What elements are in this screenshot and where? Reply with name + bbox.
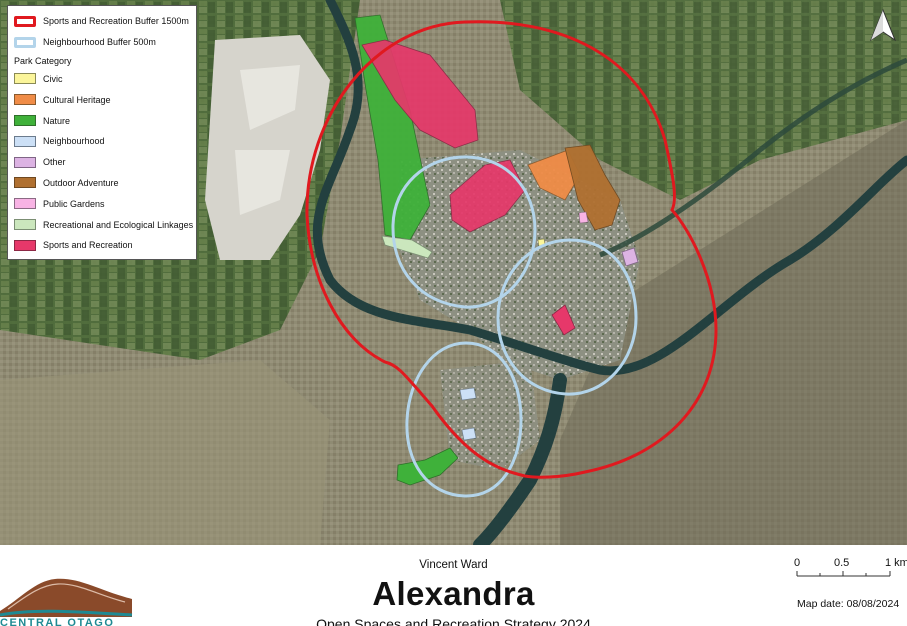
legend-item-sports-and-recreation-buffer-1500m: Sports and Recreation Buffer 1500m [14, 11, 190, 32]
legend-label: Recreational and Ecological Linkages [43, 219, 194, 230]
legend-label: Nature [43, 115, 71, 126]
map-view[interactable]: Sports and Recreation Buffer 1500m Neighb… [0, 0, 907, 545]
legend-swatch [14, 15, 36, 27]
legend-swatch [14, 36, 36, 48]
legend-label: Public Gardens [43, 198, 105, 209]
map-author: Vincent Ward [419, 559, 488, 571]
park-neighbourhood-1[interactable] [459, 387, 477, 401]
legend-item-neighbourhood-buffer-500m: Neighbourhood Buffer 500m [14, 32, 190, 53]
legend-category-sports-and-recreation: Sports and Recreation [14, 235, 190, 256]
legend-swatch [14, 177, 36, 189]
legend-swatch [14, 219, 36, 231]
legend-swatch [14, 198, 36, 210]
legend-label: Neighbourhood Buffer 500m [43, 37, 156, 48]
legend-label: Sports and Recreation Buffer 1500m [43, 16, 189, 27]
legend-swatch [14, 115, 36, 127]
map-footer: CENTRAL OTAGO Vincent Ward Alexandra Ope… [0, 545, 907, 626]
legend-label: Civic [43, 73, 63, 84]
scale-bar: 0 0.5 1 km [786, 557, 907, 579]
legend-category-other: Other [14, 152, 190, 173]
legend-swatch [14, 73, 36, 85]
legend-category-outdoor-adventure: Outdoor Adventure [14, 173, 190, 194]
legend-label: Cultural Heritage [43, 94, 111, 105]
legend-label: Outdoor Adventure [43, 177, 119, 188]
park-neighbourhood-2[interactable] [461, 427, 477, 441]
map-subtitle: Open Spaces and Recreation Strategy 2024 [316, 616, 591, 626]
legend-category-recreational-and-ecological-linkages: Recreational and Ecological Linkages [14, 214, 194, 235]
legend-label: Neighbourhood [43, 136, 105, 147]
legend-swatch [14, 156, 36, 168]
map-date: Map date: 08/08/2024 [797, 598, 900, 610]
legend-category-civic: Civic [14, 69, 190, 90]
map-legend: Sports and Recreation Buffer 1500m Neighb… [7, 5, 197, 260]
legend-swatch [14, 135, 36, 147]
hills-southwest [0, 360, 330, 545]
legend-swatch [14, 94, 36, 106]
legend-label: Other [43, 157, 66, 168]
legend-category-nature: Nature [14, 110, 190, 131]
legend-category-cultural-heritage: Cultural Heritage [14, 89, 190, 110]
legend-category-public-gardens: Public Gardens [14, 193, 190, 214]
legend-swatch [14, 239, 36, 251]
north-arrow-icon [869, 8, 897, 42]
legend-category-neighbourhood: Neighbourhood [14, 131, 190, 152]
scale-bar-line [796, 571, 891, 577]
map-title: Alexandra [372, 575, 535, 612]
legend-label: Sports and Recreation [43, 240, 133, 251]
legend-heading: Park Category [14, 55, 72, 66]
